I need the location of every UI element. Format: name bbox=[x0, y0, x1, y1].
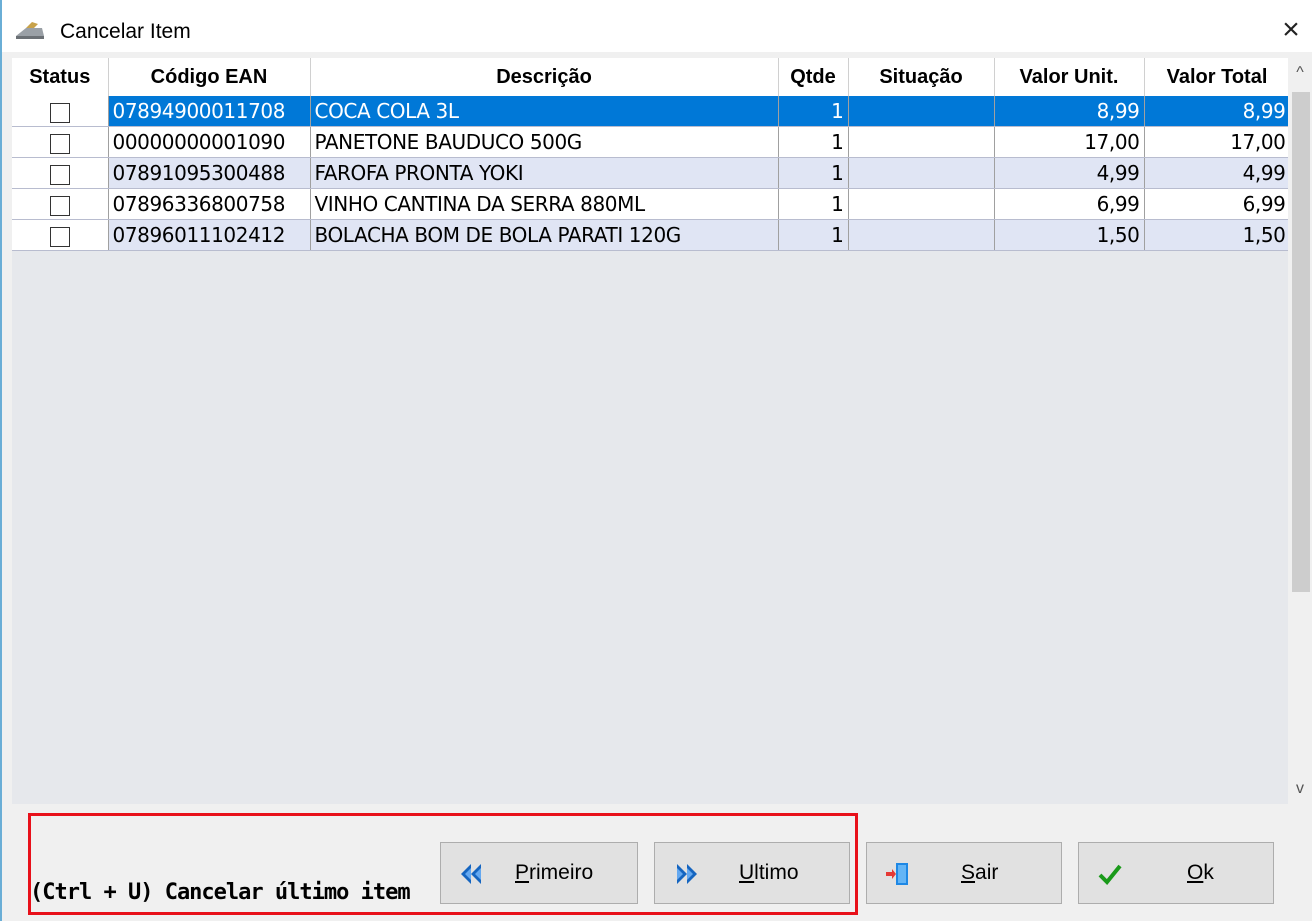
valor-total-cell: 8,99 bbox=[1144, 96, 1291, 127]
double-right-arrow-icon bbox=[677, 864, 697, 884]
scroll-down-icon[interactable]: v bbox=[1288, 774, 1312, 804]
status-cell bbox=[12, 188, 109, 220]
ultimo-button[interactable]: Ultimo bbox=[654, 842, 850, 904]
column-header-valor-unit[interactable]: Valor Unit. bbox=[994, 58, 1145, 96]
situacao-cell bbox=[848, 126, 995, 158]
status-checkbox[interactable] bbox=[49, 133, 70, 154]
table-row[interactable]: 07891095300488 FAROFA PRONTA YOKI 1 4,99… bbox=[12, 157, 1291, 189]
valor-total-cell: 1,50 bbox=[1144, 219, 1291, 251]
descricao-cell: VINHO CANTINA DA SERRA 880ML bbox=[310, 188, 779, 220]
status-checkbox[interactable] bbox=[49, 164, 70, 185]
situacao-cell bbox=[848, 96, 995, 127]
table-row[interactable]: 00000000001090 PANETONE BAUDUCO 500G 1 1… bbox=[12, 126, 1291, 158]
qtde-cell: 1 bbox=[778, 188, 849, 220]
close-button[interactable]: × bbox=[1268, 10, 1312, 50]
descricao-cell: COCA COLA 3L bbox=[310, 96, 779, 127]
status-cell bbox=[12, 126, 109, 158]
primeiro-label: Primeiro bbox=[515, 861, 594, 884]
ok-button[interactable]: Ok bbox=[1078, 842, 1274, 904]
header-row: Status Código EAN Descrição Qtde Situaçã… bbox=[12, 58, 1291, 96]
items-grid: Status Código EAN Descrição Qtde Situaçã… bbox=[12, 58, 1312, 804]
title-bar: Cancelar Item × bbox=[2, 0, 1312, 52]
scroll-up-icon[interactable]: ^ bbox=[1288, 58, 1312, 88]
sair-label: Sair bbox=[961, 861, 999, 884]
qtde-cell: 1 bbox=[778, 157, 849, 189]
exit-door-icon bbox=[886, 863, 908, 885]
window-title: Cancelar Item bbox=[60, 20, 191, 43]
status-cell bbox=[12, 219, 109, 251]
valor-unit-cell: 6,99 bbox=[994, 188, 1145, 220]
situacao-cell bbox=[848, 157, 995, 189]
table-row[interactable]: 07896011102412 BOLACHA BOM DE BOLA PARAT… bbox=[12, 219, 1291, 251]
descricao-cell: PANETONE BAUDUCO 500G bbox=[310, 126, 779, 158]
qtde-cell: 1 bbox=[778, 96, 849, 127]
status-cell bbox=[12, 96, 109, 127]
valor-total-cell: 17,00 bbox=[1144, 126, 1291, 158]
primeiro-button[interactable]: Primeiro bbox=[440, 842, 638, 904]
descricao-cell: BOLACHA BOM DE BOLA PARATI 120G bbox=[310, 219, 779, 251]
shortcut-hint: (Ctrl + U) Cancelar último item bbox=[30, 880, 411, 905]
valor-unit-cell: 17,00 bbox=[994, 126, 1145, 158]
column-header-qtde[interactable]: Qtde bbox=[778, 58, 849, 96]
valor-unit-cell: 8,99 bbox=[994, 96, 1145, 127]
table-row[interactable]: 07894900011708 COCA COLA 3L 1 8,99 8,99 bbox=[12, 96, 1291, 127]
descricao-cell: FAROFA PRONTA YOKI bbox=[310, 157, 779, 189]
column-header-descricao[interactable]: Descrição bbox=[310, 58, 779, 96]
checkmark-icon bbox=[1098, 864, 1122, 885]
scroll-thumb[interactable] bbox=[1292, 92, 1310, 592]
column-header-ean[interactable]: Código EAN bbox=[108, 58, 311, 96]
valor-unit-cell: 4,99 bbox=[994, 157, 1145, 189]
qtde-cell: 1 bbox=[778, 126, 849, 158]
column-header-valor-total[interactable]: Valor Total bbox=[1144, 58, 1291, 96]
status-checkbox[interactable] bbox=[49, 102, 70, 123]
table-row[interactable]: 07896336800758 VINHO CANTINA DA SERRA 88… bbox=[12, 188, 1291, 220]
status-checkbox[interactable] bbox=[49, 195, 70, 216]
status-checkbox[interactable] bbox=[49, 226, 70, 247]
qtde-cell: 1 bbox=[778, 219, 849, 251]
ok-label: Ok bbox=[1187, 861, 1214, 884]
situacao-cell bbox=[848, 219, 995, 251]
ultimo-label: Ultimo bbox=[739, 861, 799, 884]
ean-cell: 07896011102412 bbox=[108, 219, 311, 251]
ean-cell: 07894900011708 bbox=[108, 96, 311, 127]
valor-total-cell: 6,99 bbox=[1144, 188, 1291, 220]
vertical-scrollbar[interactable]: ^ v bbox=[1288, 58, 1312, 804]
valor-total-cell: 4,99 bbox=[1144, 157, 1291, 189]
ean-cell: 07891095300488 bbox=[108, 157, 311, 189]
situacao-cell bbox=[848, 188, 995, 220]
items-table: Status Código EAN Descrição Qtde Situaçã… bbox=[12, 58, 1291, 251]
column-header-situacao[interactable]: Situação bbox=[848, 58, 995, 96]
ean-cell: 00000000001090 bbox=[108, 126, 311, 158]
double-left-arrow-icon bbox=[461, 864, 481, 884]
valor-unit-cell: 1,50 bbox=[994, 219, 1145, 251]
column-header-status[interactable]: Status bbox=[12, 58, 109, 96]
cancelar-item-dialog: Cancelar Item × Status Código EAN Descri… bbox=[0, 0, 1312, 921]
sair-button[interactable]: Sair bbox=[866, 842, 1062, 904]
status-cell bbox=[12, 157, 109, 189]
cash-register-icon bbox=[16, 22, 44, 39]
ean-cell: 07896336800758 bbox=[108, 188, 311, 220]
